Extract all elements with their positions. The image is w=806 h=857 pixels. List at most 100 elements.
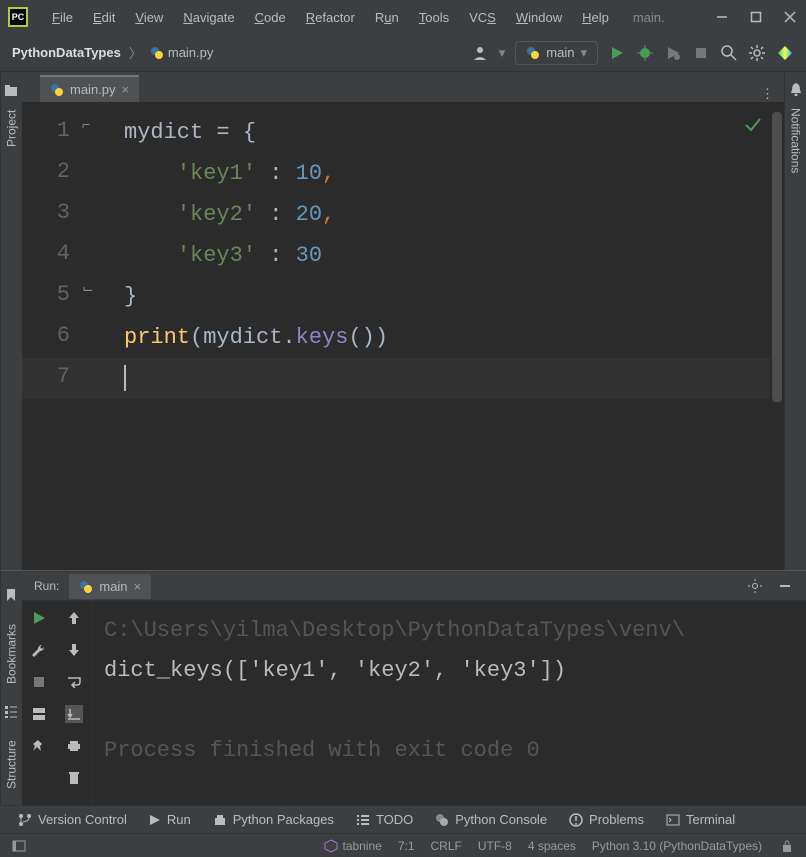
todo-button[interactable]: TODO <box>356 812 413 827</box>
run-tool-col-1 <box>22 601 56 805</box>
python-file-icon <box>526 46 540 60</box>
breadcrumb-sep: 〉 <box>129 43 142 62</box>
bell-icon[interactable] <box>789 82 803 96</box>
settings-icon[interactable] <box>748 44 766 62</box>
breadcrumb-file[interactable]: main.py <box>168 45 214 60</box>
soft-wrap-icon[interactable] <box>65 673 83 691</box>
menu-help[interactable]: Help <box>574 6 617 29</box>
menu-tools[interactable]: Tools <box>411 6 457 29</box>
tool-window-toggle-icon[interactable] <box>10 837 28 855</box>
encoding[interactable]: UTF-8 <box>478 839 512 853</box>
caret-position[interactable]: 7:1 <box>398 839 415 853</box>
close-icon[interactable]: × <box>134 579 142 594</box>
trash-icon[interactable] <box>65 769 83 787</box>
terminal-button[interactable]: Terminal <box>666 812 735 827</box>
tabnine-icon <box>324 839 338 853</box>
window-title: main. <box>633 10 665 25</box>
up-arrow-icon[interactable] <box>65 609 83 627</box>
minimize-panel-icon[interactable] <box>776 577 794 595</box>
stop-button[interactable] <box>692 44 710 62</box>
menu-refactor[interactable]: Refactor <box>298 6 363 29</box>
more-tabs-icon[interactable]: ⋮ <box>761 86 774 102</box>
menu-navigate[interactable]: Navigate <box>175 6 242 29</box>
breadcrumb-project[interactable]: PythonDataTypes <box>12 45 121 60</box>
run-panel: Structure Bookmarks Run: main × <box>0 570 806 805</box>
wrench-icon[interactable] <box>30 641 48 659</box>
run-config-selector[interactable]: main ▾ <box>515 41 598 65</box>
left-tool-stripe: Project <box>0 72 22 570</box>
list-icon <box>356 814 370 826</box>
fold-end-icon[interactable]: ⌙ <box>82 280 94 297</box>
branch-icon <box>18 813 32 827</box>
settings-icon[interactable] <box>746 577 764 595</box>
play-icon <box>149 814 161 826</box>
chevron-down-icon: ▾ <box>580 45 587 61</box>
bottom-tool-bar: Version Control Run Python Packages TODO… <box>0 805 806 833</box>
close-button[interactable] <box>782 9 798 25</box>
packages-button[interactable]: Python Packages <box>213 812 334 827</box>
pin-icon[interactable] <box>30 737 48 755</box>
bookmarks-tool-button[interactable]: Bookmarks <box>3 618 21 690</box>
rerun-button[interactable] <box>30 609 48 627</box>
close-tab-icon[interactable]: × <box>122 82 130 97</box>
run-panel-title: Run: <box>34 579 59 593</box>
python-console-button[interactable]: Python Console <box>435 812 547 827</box>
down-arrow-icon[interactable] <box>65 641 83 659</box>
console-path: C:\Users\yilma\Desktop\PythonDataTypes\v… <box>104 611 794 651</box>
editor: main.py × ⋮ 1 2 3 4 5 6 7 ⌐ ⌙ mydict = { <box>22 72 784 570</box>
console-exit: Process finished with exit code 0 <box>104 731 794 771</box>
scroll-to-end-icon[interactable] <box>65 705 83 723</box>
indent-setting[interactable]: 4 spaces <box>528 839 576 853</box>
breadcrumb[interactable]: PythonDataTypes 〉 main.py <box>12 43 213 62</box>
menu-code[interactable]: Code <box>247 6 294 29</box>
run-tab-main[interactable]: main × <box>69 574 151 599</box>
pycharm-logo: PC <box>8 7 28 27</box>
stop-button[interactable] <box>30 673 48 691</box>
run-panel-header: Run: main × <box>22 571 806 601</box>
print-icon[interactable] <box>65 737 83 755</box>
menu-file[interactable]: File <box>44 6 81 29</box>
project-icon[interactable] <box>5 84 19 98</box>
layout-icon[interactable] <box>30 705 48 723</box>
run-tool-button[interactable]: Run <box>149 812 191 827</box>
debug-button[interactable] <box>636 44 654 62</box>
run-tool-col-2 <box>56 601 92 805</box>
line-separator[interactable]: CRLF <box>431 839 462 853</box>
user-icon[interactable] <box>471 44 489 62</box>
fold-start-icon[interactable]: ⌐ <box>82 116 90 132</box>
run-tab-label: main <box>99 579 127 594</box>
title-bar: PC File Edit View Navigate Code Refactor… <box>0 0 806 34</box>
maximize-button[interactable] <box>748 9 764 25</box>
editor-tab-label: main.py <box>70 82 116 97</box>
bookmark-icon[interactable] <box>7 588 17 602</box>
editor-body[interactable]: 1 2 3 4 5 6 7 ⌐ ⌙ mydict = { 'key1' : 10… <box>22 102 784 570</box>
notifications-tool-button[interactable]: Notifications <box>787 102 805 179</box>
menu-window[interactable]: Window <box>508 6 570 29</box>
editor-tab-main[interactable]: main.py × <box>40 75 139 102</box>
interpreter[interactable]: Python 3.10 (PythonDataTypes) <box>592 839 762 853</box>
terminal-icon <box>666 814 680 826</box>
python-file-icon <box>79 580 93 594</box>
menu-vcs[interactable]: VCS <box>461 6 504 29</box>
chevron-down-icon[interactable]: ▾ <box>499 45 506 61</box>
structure-icon[interactable] <box>6 706 18 718</box>
structure-tool-button[interactable]: Structure <box>3 734 21 795</box>
lock-icon[interactable] <box>778 837 796 855</box>
version-control-button[interactable]: Version Control <box>18 812 127 827</box>
packages-icon <box>213 813 227 827</box>
menu-edit[interactable]: Edit <box>85 6 123 29</box>
gutter-fold-marks[interactable]: ⌐ ⌙ <box>80 102 124 570</box>
run-with-coverage-button[interactable] <box>664 44 682 62</box>
console-output[interactable]: C:\Users\yilma\Desktop\PythonDataTypes\v… <box>92 601 806 805</box>
menu-run[interactable]: Run <box>367 6 407 29</box>
project-tool-button[interactable]: Project <box>3 104 21 153</box>
jetbrains-icon[interactable] <box>776 44 794 62</box>
code-area[interactable]: mydict = { 'key1' : 10, 'key2' : 20, 'ke… <box>124 102 784 570</box>
minimize-button[interactable] <box>714 9 730 25</box>
menu-view[interactable]: View <box>127 6 171 29</box>
tabnine-widget[interactable]: tabnine <box>324 839 381 853</box>
line-numbers: 1 2 3 4 5 6 7 <box>22 102 80 570</box>
search-icon[interactable] <box>720 44 738 62</box>
problems-button[interactable]: Problems <box>569 812 644 827</box>
run-button[interactable] <box>608 44 626 62</box>
